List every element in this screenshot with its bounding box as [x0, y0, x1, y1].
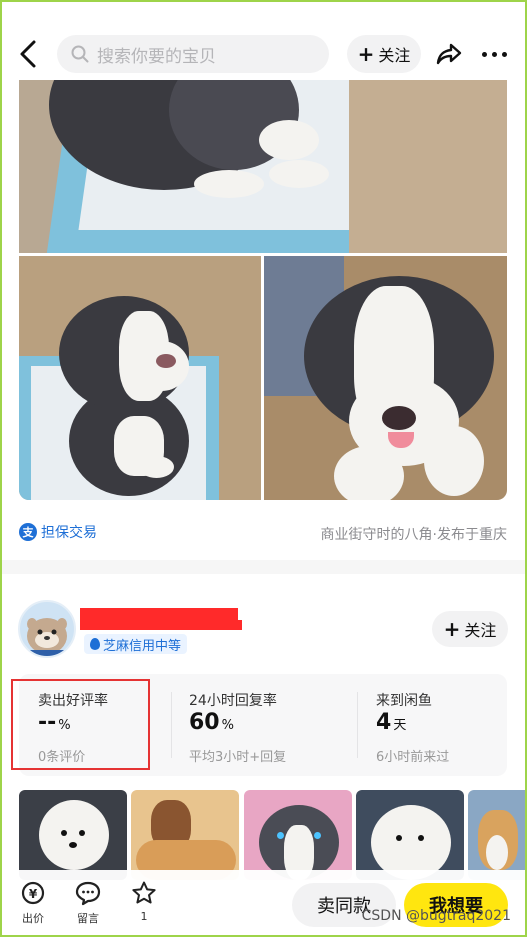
favorite-button[interactable]: 1	[124, 880, 164, 923]
stat-title: 来到闲鱼	[376, 693, 432, 709]
bid-button[interactable]: ¥ 出价	[13, 880, 53, 926]
chat-bubble-icon	[75, 880, 101, 906]
stat-sub: 平均3小时+回复	[189, 750, 287, 765]
stat-sub: 6小时前来过	[376, 750, 450, 765]
share-icon[interactable]	[435, 40, 463, 68]
follow-seller-button[interactable]: + 关注	[432, 611, 508, 647]
plus-icon: +	[443, 617, 461, 641]
recommend-thumb[interactable]	[356, 790, 464, 880]
credit-drop-icon	[90, 638, 100, 650]
search-icon	[71, 45, 89, 63]
plus-icon: +	[357, 42, 375, 66]
bottom-action-bar: ¥ 出价 留言 1 卖同款 我想要	[0, 870, 527, 937]
more-options-icon[interactable]	[482, 44, 510, 64]
stat-title: 24小时回复率	[189, 693, 277, 709]
recommend-thumb[interactable]	[19, 790, 127, 880]
section-divider	[0, 560, 527, 574]
comment-button[interactable]: 留言	[68, 880, 108, 926]
annotation-highlight-box	[11, 679, 150, 770]
favorite-count: 1	[140, 910, 148, 923]
recommend-thumb[interactable]	[131, 790, 239, 880]
watermark-text: CSDN @bugtraq2021	[361, 908, 511, 924]
credit-label: 芝麻信用中等	[103, 638, 182, 654]
seal-avatar-icon	[20, 618, 74, 656]
stat-separator	[171, 692, 172, 758]
seller-avatar[interactable]	[18, 600, 76, 658]
item-photo-3[interactable]	[264, 256, 507, 500]
star-icon	[131, 880, 157, 906]
follow-label: 关注	[378, 46, 411, 65]
top-bar: 搜索你要的宝贝 + 关注	[0, 0, 527, 80]
recommend-thumb[interactable]	[468, 790, 527, 880]
item-photo-main[interactable]	[19, 80, 507, 253]
stat-value: 60%	[189, 710, 234, 735]
stat-value: 4天	[376, 710, 407, 735]
item-photo-2[interactable]	[19, 256, 261, 500]
recommend-thumb[interactable]	[244, 790, 352, 880]
bid-label: 出价	[22, 912, 44, 925]
seller-name-redacted-2	[80, 620, 242, 630]
comment-label: 留言	[77, 912, 99, 925]
svg-text:¥: ¥	[29, 887, 38, 901]
zhima-credit-badge[interactable]: 芝麻信用中等	[84, 634, 188, 654]
publish-location: 商业街守时的八角·发布于重庆	[320, 527, 507, 543]
guarantee-label: 担保交易	[41, 525, 97, 541]
follow-button-top[interactable]: + 关注	[347, 35, 421, 73]
escrow-guarantee[interactable]: 支 担保交易	[19, 522, 97, 542]
follow-seller-label: 关注	[464, 621, 497, 640]
back-arrow-icon[interactable]	[14, 38, 42, 70]
alipay-icon: 支	[19, 523, 37, 541]
search-input[interactable]: 搜索你要的宝贝	[57, 35, 329, 73]
stat-separator	[357, 692, 358, 758]
search-placeholder: 搜索你要的宝贝	[97, 46, 216, 67]
yen-coin-icon: ¥	[20, 880, 46, 906]
